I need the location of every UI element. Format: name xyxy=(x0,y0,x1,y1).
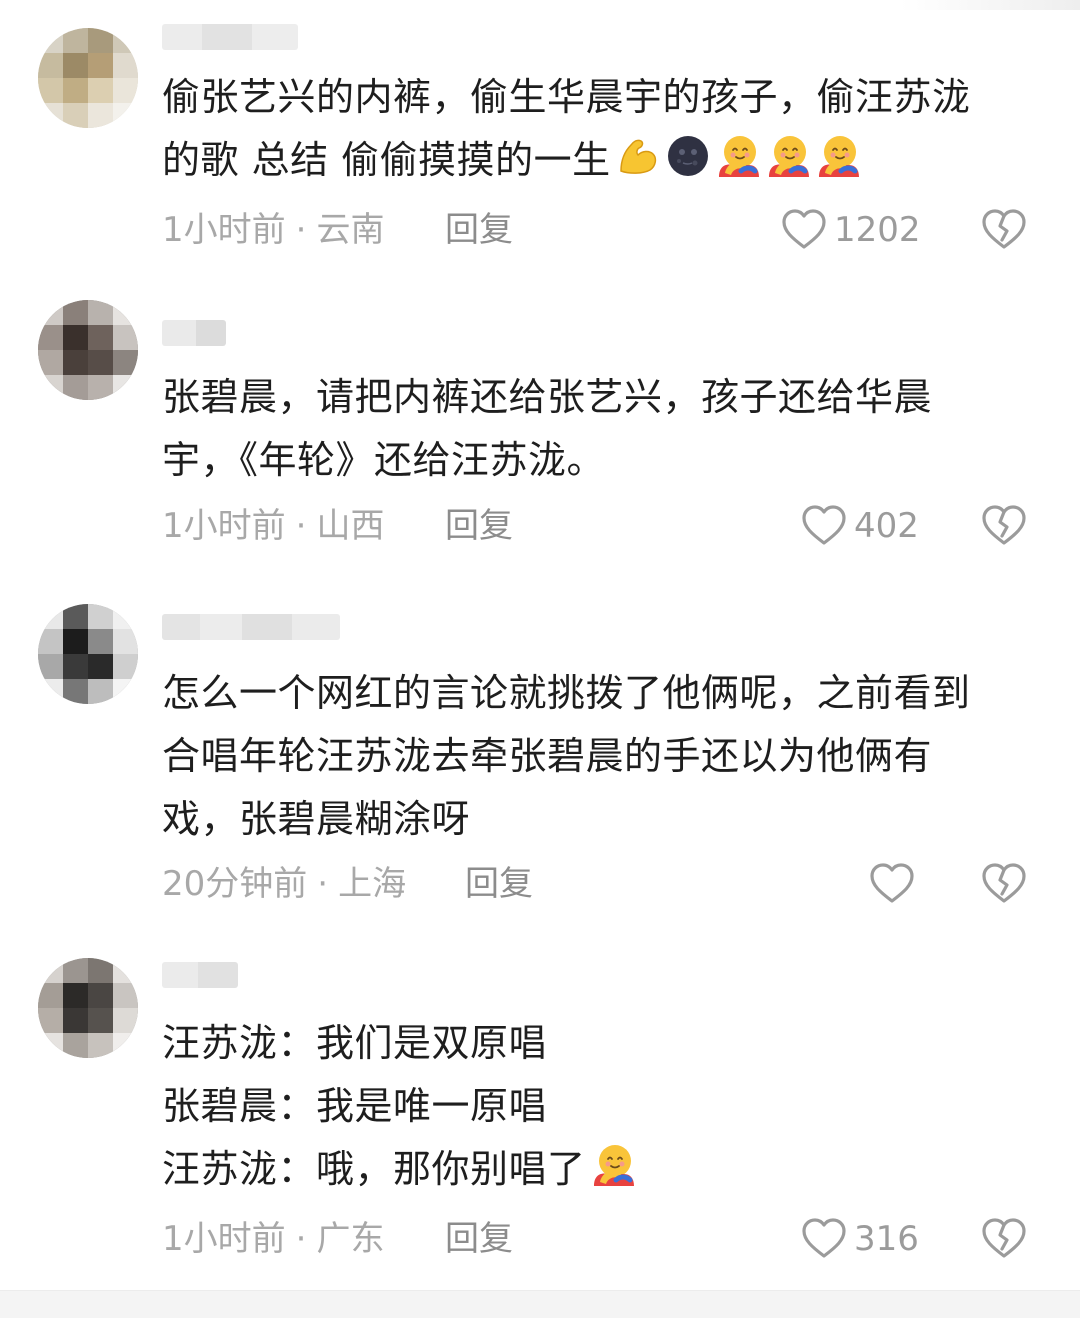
comment-line: 偷张艺兴的内裤，偷生华晨宇的孩子，偷汪苏泷 xyxy=(162,75,971,119)
comment-meta: 20分钟前 · 上海 xyxy=(162,862,406,906)
broken-heart-icon[interactable] xyxy=(980,1215,1028,1263)
reply-button[interactable]: 回复 xyxy=(465,862,533,906)
comment-line-text: 的歌 总结 偷偷摸摸的一生 xyxy=(162,138,611,182)
heart-icon xyxy=(780,206,828,254)
comment-line: 合唱年轮汪苏泷去牵张碧晨的手还以为他俩有 xyxy=(162,734,933,778)
avatar[interactable] xyxy=(38,300,138,400)
heart-icon xyxy=(800,1215,848,1263)
bottom-bar xyxy=(0,1290,1080,1318)
username-redacted[interactable] xyxy=(162,320,226,346)
like-count: 1202 xyxy=(834,210,921,250)
top-edge-shadow xyxy=(900,0,1080,10)
location: 广东 xyxy=(316,1219,385,1259)
comment-text: 怎么一个网红的言论就挑拨了他俩呢，之前看到 合唱年轮汪苏泷去牵张碧晨的手还以为他… xyxy=(162,662,1042,851)
username-redacted[interactable] xyxy=(162,24,298,50)
flexed-biceps-icon xyxy=(615,133,661,179)
heart-icon xyxy=(800,502,848,550)
hugging-face-icon xyxy=(765,133,811,179)
timestamp: 1小时前 xyxy=(162,210,286,250)
location: 云南 xyxy=(316,210,385,250)
hugging-face-icon xyxy=(815,133,861,179)
comment-line: 宇，《年轮》还给汪苏泷。 xyxy=(162,438,606,482)
timestamp: 20分钟前 xyxy=(162,864,308,904)
separator: · xyxy=(295,210,307,250)
comment-meta: 1小时前 · 云南 xyxy=(162,208,384,252)
separator: · xyxy=(317,864,329,904)
comment-line: 张碧晨：我是唯一原唱 xyxy=(162,1084,548,1128)
username-redacted[interactable] xyxy=(162,962,238,988)
like-button[interactable]: 1202 xyxy=(780,206,921,254)
comment-line: 汪苏泷：哦，那你别唱了 xyxy=(162,1138,1042,1201)
reply-button[interactable]: 回复 xyxy=(445,208,513,252)
comment-text: 张碧晨，请把内裤还给张艺兴，孩子还给华晨 宇，《年轮》还给汪苏泷。 xyxy=(162,366,1042,492)
broken-heart-icon[interactable] xyxy=(980,502,1028,550)
comment-line: 汪苏泷：我们是双原唱 xyxy=(162,1021,548,1065)
broken-heart-icon[interactable] xyxy=(980,860,1028,908)
comment-line: 的歌 总结 偷偷摸摸的一生 xyxy=(162,129,1042,192)
reply-button[interactable]: 回复 xyxy=(445,1217,513,1261)
like-count: 402 xyxy=(854,506,919,546)
like-count: 316 xyxy=(854,1219,919,1259)
hugging-face-icon xyxy=(590,1142,636,1188)
like-button[interactable]: 316 xyxy=(800,1215,919,1263)
like-button[interactable]: 402 xyxy=(800,502,919,550)
comment-line: 怎么一个网红的言论就挑拨了他俩呢，之前看到 xyxy=(162,671,971,715)
timestamp: 1小时前 xyxy=(162,506,286,546)
location: 上海 xyxy=(338,864,407,904)
location: 山西 xyxy=(316,506,385,546)
separator: · xyxy=(295,506,307,546)
comment-meta: 1小时前 · 广东 xyxy=(162,1217,384,1261)
comment-meta: 1小时前 · 山西 xyxy=(162,504,384,548)
new-moon-face-icon xyxy=(665,133,711,179)
reply-button[interactable]: 回复 xyxy=(445,504,513,548)
comment-line-text: 汪苏泷：哦，那你别唱了 xyxy=(162,1147,586,1191)
hugging-face-icon xyxy=(715,133,761,179)
avatar[interactable] xyxy=(38,604,138,704)
avatar[interactable] xyxy=(38,958,138,1058)
comment-line: 张碧晨，请把内裤还给张艺兴，孩子还给华晨 xyxy=(162,375,933,419)
heart-icon xyxy=(868,860,916,908)
comment-text: 偷张艺兴的内裤，偷生华晨宇的孩子，偷汪苏泷 的歌 总结 偷偷摸摸的一生 xyxy=(162,66,1042,192)
broken-heart-icon[interactable] xyxy=(980,206,1028,254)
username-redacted[interactable] xyxy=(162,614,340,640)
separator: · xyxy=(295,1219,307,1259)
comment-text: 汪苏泷：我们是双原唱 张碧晨：我是唯一原唱 汪苏泷：哦，那你别唱了 xyxy=(162,1012,1042,1201)
avatar[interactable] xyxy=(38,28,138,128)
timestamp: 1小时前 xyxy=(162,1219,286,1259)
like-button[interactable] xyxy=(868,860,922,908)
comment-line: 戏，张碧晨糊涂呀 xyxy=(162,797,471,841)
